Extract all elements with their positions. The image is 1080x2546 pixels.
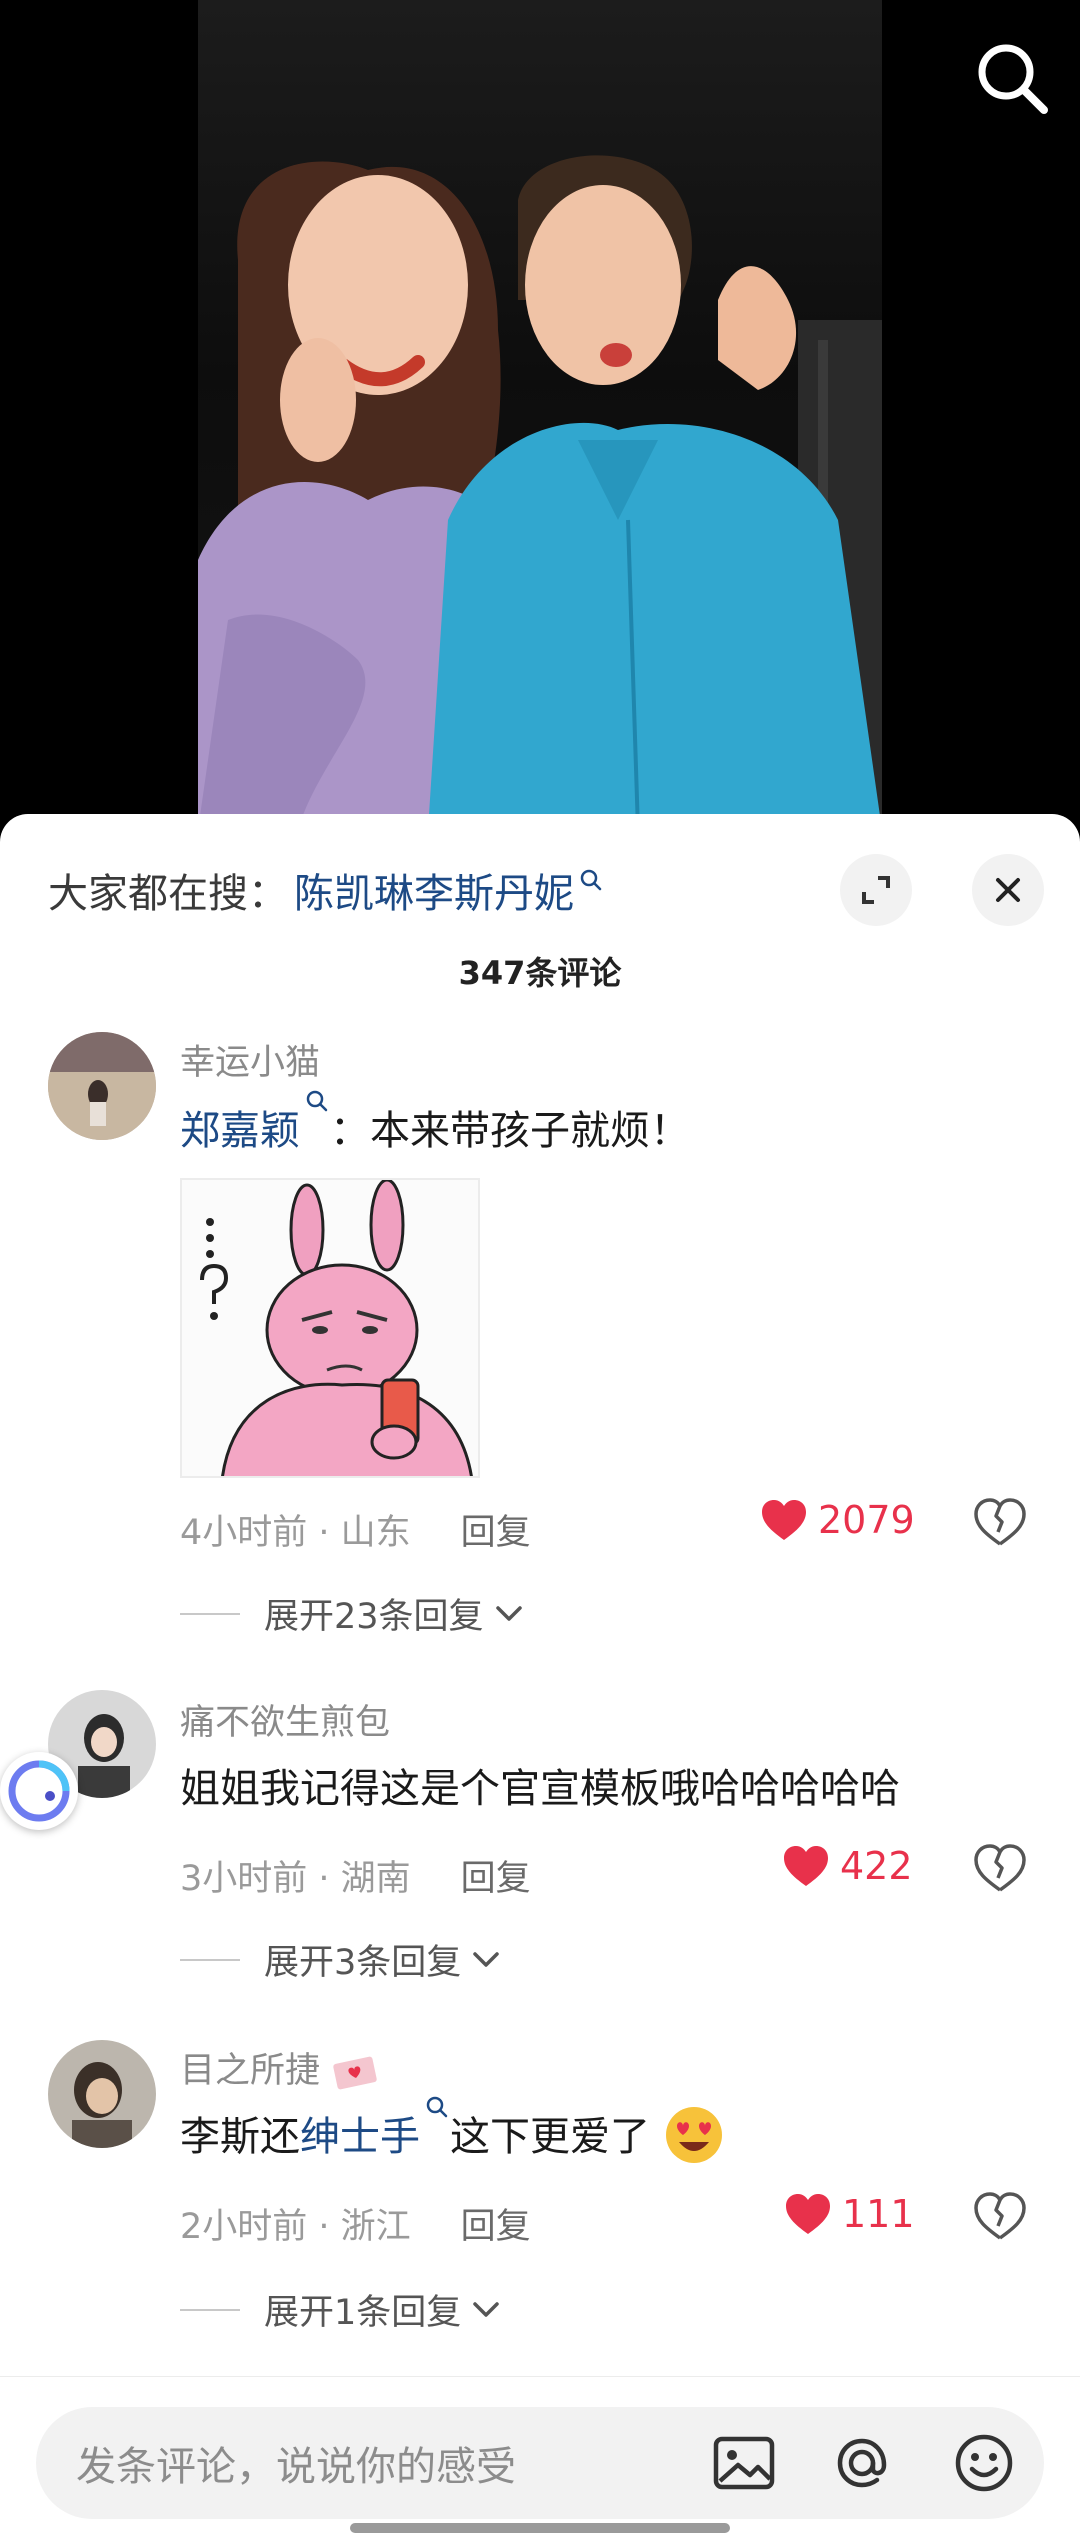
trending-label: 大家都在搜： <box>48 871 288 917</box>
like-button[interactable]: 2079 <box>760 1498 915 1542</box>
reply-button[interactable]: 回复 <box>461 1850 531 1901</box>
emoji-icon[interactable] <box>950 2429 1018 2497</box>
comment-time-location: 2小时前 · 浙江 <box>180 2207 411 2247</box>
broken-heart-icon[interactable] <box>972 2188 1028 2244</box>
comment-meta: 4小时前 · 山东 回复 <box>180 1504 531 1555</box>
comment-body: ：本来带孩子就烦！ <box>330 1108 690 1154</box>
at-icon[interactable] <box>828 2429 896 2497</box>
close-button[interactable] <box>972 854 1044 926</box>
comment-meta: 3小时前 · 湖南 回复 <box>180 1850 531 1901</box>
love-letter-emoji <box>333 2056 377 2090</box>
expand-replies-label: 展开1条回复 <box>264 2293 462 2333</box>
divider-dash <box>180 1612 240 1615</box>
comment-meta: 2小时前 · 浙江 回复 <box>180 2198 531 2249</box>
search-icon <box>426 2096 448 2118</box>
chevron-down-icon <box>473 2301 500 2317</box>
like-button[interactable]: 111 <box>784 2192 915 2236</box>
like-button[interactable]: 422 <box>782 1844 913 1888</box>
comment-sheet: 大家都在搜： 陈凯琳李斯丹妮 347条评论 幸运小猫 郑嘉颖 ：本来带孩子就烦！… <box>0 814 1080 2546</box>
trending-query-link[interactable]: 陈凯琳李斯丹妮 <box>294 861 574 919</box>
comment-body-before: 李斯还 <box>180 2114 300 2160</box>
expand-replies-label: 展开3条回复 <box>264 1943 462 1983</box>
like-count: 422 <box>840 1844 913 1888</box>
sticker-image[interactable] <box>180 1178 480 1478</box>
expand-replies-button[interactable]: 展开3条回复 <box>180 1934 503 1985</box>
heart-icon <box>784 1846 828 1886</box>
heart-icon <box>762 1500 806 1540</box>
broken-heart-icon[interactable] <box>972 1494 1028 1550</box>
assistant-ring-icon <box>8 1760 70 1822</box>
chevron-down-icon <box>473 1951 500 1967</box>
heart-icon <box>786 2194 830 2234</box>
comment-input-bar: 发条评论，说说你的感受 <box>0 2376 1080 2546</box>
comment-text: 姐姐我记得这是个官宣模板哦哈哈哈哈哈 <box>180 1766 900 1812</box>
mention-link[interactable]: 绅士手 <box>300 2114 420 2160</box>
comment-input-placeholder: 发条评论，说说你的感受 <box>76 2444 516 2490</box>
search-icon <box>306 1090 328 1112</box>
comment-time-location: 4小时前 · 山东 <box>180 1513 411 1553</box>
divider-dash <box>180 1958 240 1961</box>
heart-eyes-emoji <box>665 2107 722 2163</box>
like-count: 2079 <box>818 1498 915 1542</box>
search-icon <box>580 869 602 891</box>
comment-username[interactable]: 目之所捷 <box>180 2042 379 2093</box>
home-indicator[interactable] <box>350 2523 730 2533</box>
comment-username[interactable]: 痛不欲生煎包 <box>180 1694 390 1745</box>
video-player[interactable] <box>0 0 1080 830</box>
video-photo <box>198 155 882 830</box>
trending-search[interactable]: 大家都在搜： 陈凯琳李斯丹妮 <box>48 854 604 926</box>
divider-dash <box>180 2308 240 2311</box>
video-frame <box>198 0 882 830</box>
broken-heart-icon[interactable] <box>972 1840 1028 1896</box>
comment-text: 李斯还绅士手 这下更爱了 <box>180 2096 725 2170</box>
comment-count: 347条评论 <box>458 954 622 992</box>
like-count: 111 <box>842 2192 915 2236</box>
comment-text: 郑嘉颖 ：本来带孩子就烦！ <box>180 1090 690 1156</box>
comment-time-location: 3小时前 · 湖南 <box>180 1859 411 1899</box>
expand-replies-button[interactable]: 展开23条回复 <box>180 1588 526 1639</box>
comment-username[interactable]: 幸运小猫 <box>180 1034 320 1085</box>
expand-replies-button[interactable]: 展开1条回复 <box>180 2284 503 2335</box>
expand-icon <box>862 876 890 904</box>
search-icon[interactable] <box>970 36 1054 120</box>
close-icon <box>996 878 1020 902</box>
expand-replies-label: 展开23条回复 <box>264 1597 484 1637</box>
reply-button[interactable]: 回复 <box>461 1504 531 1555</box>
mention-link[interactable]: 郑嘉颖 <box>180 1108 300 1154</box>
avatar[interactable] <box>48 2040 156 2148</box>
comment-body-after: 这下更爱了 <box>450 2114 650 2160</box>
avatar[interactable] <box>48 1032 156 1140</box>
expand-button[interactable] <box>840 854 912 926</box>
image-icon[interactable] <box>710 2429 778 2497</box>
floating-assistant-button[interactable] <box>0 1752 78 1830</box>
reply-button[interactable]: 回复 <box>461 2198 531 2249</box>
username-text: 目之所捷 <box>180 2051 321 2091</box>
chevron-down-icon <box>495 1605 522 1621</box>
